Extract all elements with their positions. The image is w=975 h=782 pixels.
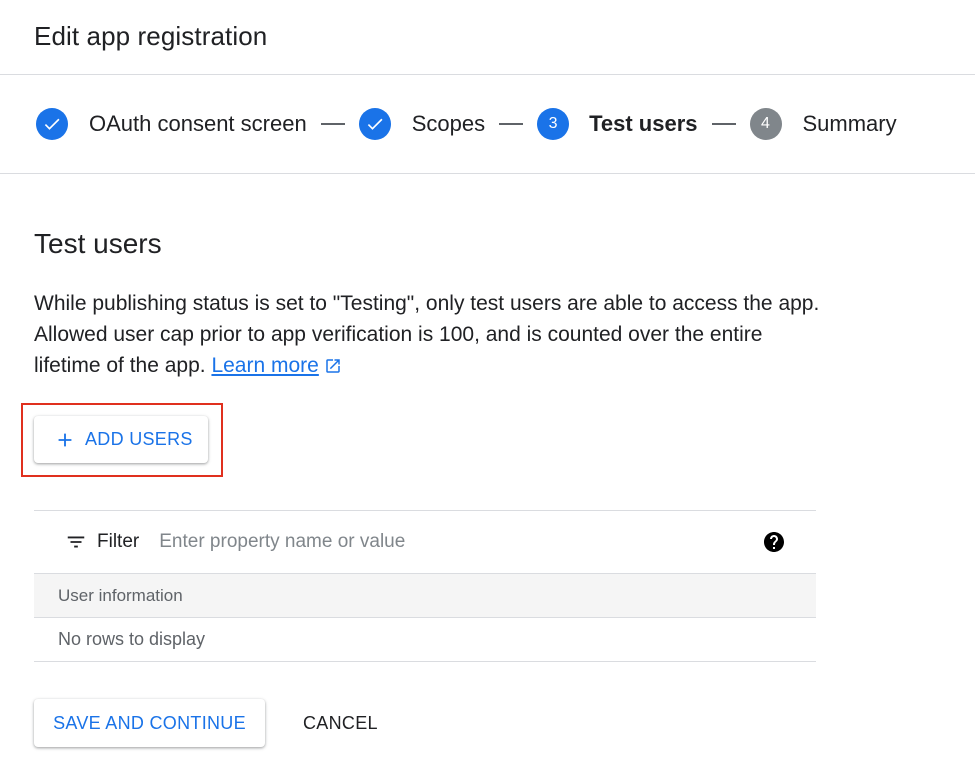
filter-bar: Filter: [34, 510, 816, 573]
column-header-user-information[interactable]: User information: [58, 586, 183, 606]
section-description: While publishing status is set to "Testi…: [34, 288, 834, 384]
main-content: Test users While publishing status is se…: [0, 174, 975, 384]
step-scopes[interactable]: Scopes: [358, 108, 486, 140]
table-empty-message: No rows to display: [34, 618, 816, 662]
help-icon[interactable]: [762, 530, 786, 554]
step-label: Test users: [589, 111, 698, 136]
add-users-button[interactable]: ADD USERS: [34, 416, 208, 463]
section-title: Test users: [34, 228, 162, 259]
table-header: User information: [34, 573, 816, 618]
description-text: While publishing status is set to "Testi…: [34, 292, 820, 377]
users-table: Filter User information No rows to displ…: [34, 510, 816, 662]
filter-icon: [65, 531, 87, 553]
page-header: Edit app registration: [0, 0, 975, 75]
save-and-continue-button[interactable]: SAVE AND CONTINUE: [34, 699, 265, 747]
step-label: Scopes: [411, 111, 486, 136]
plus-icon: [54, 429, 76, 451]
form-actions: SAVE AND CONTINUE CANCEL: [34, 699, 390, 747]
add-users-highlight: ADD USERS: [21, 403, 223, 477]
add-users-label: ADD USERS: [85, 429, 193, 449]
learn-more-link[interactable]: Learn more: [211, 354, 318, 377]
step-connector: [711, 123, 736, 125]
external-link-icon: [324, 353, 342, 384]
step-connector: [499, 123, 524, 125]
step-label: Summary: [802, 111, 897, 136]
cancel-button[interactable]: CANCEL: [291, 699, 390, 747]
filter-input[interactable]: [159, 531, 720, 553]
filter-label: Filter: [97, 531, 140, 552]
check-icon: [358, 108, 391, 140]
stepper: OAuth consent screen Scopes 3 Test users…: [0, 75, 975, 174]
step-number-badge: 3: [537, 108, 570, 140]
step-summary[interactable]: 4 Summary: [749, 108, 897, 140]
step-oauth-consent-screen[interactable]: OAuth consent screen: [36, 108, 307, 140]
page-title: Edit app registration: [34, 21, 268, 51]
step-connector: [320, 123, 345, 125]
check-icon: [36, 108, 68, 140]
step-label: OAuth consent screen: [89, 111, 307, 136]
step-test-users[interactable]: 3 Test users: [537, 108, 698, 140]
step-number-badge: 4: [749, 108, 782, 140]
